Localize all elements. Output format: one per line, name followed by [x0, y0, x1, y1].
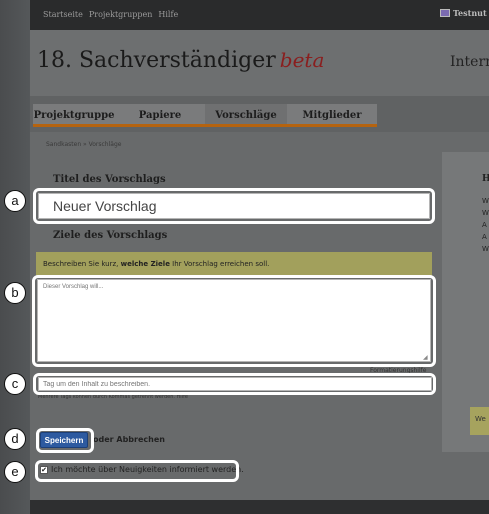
site-header: 18. Sachverständigerbeta Intern [30, 30, 489, 96]
tab-projektgruppe[interactable]: Projektgruppe [33, 104, 115, 126]
sidebar-heading: H [482, 174, 489, 184]
callout-badge-a: a [4, 190, 26, 212]
sidebar-item: A [482, 221, 487, 229]
callout-badge-c: c [4, 373, 26, 395]
sidebar-item: W [482, 245, 489, 253]
user-flag-icon [440, 9, 450, 17]
breadcrumb: Sandkasten » Vorschläge [46, 141, 122, 148]
callout-ring-d [36, 428, 94, 453]
top-navigation: Startseite Projektgruppen Hilfe [43, 10, 178, 19]
tab-vorschlaege[interactable]: Vorschläge [205, 104, 287, 126]
site-title[interactable]: 18. Sachverständiger beta [37, 48, 324, 73]
title-label: Titel des Vorschlags [53, 174, 166, 185]
cancel-group: oder Abbrechen [93, 435, 165, 444]
tab-mitglieder[interactable]: Mitglieder [287, 104, 377, 126]
callout-ring-c [33, 373, 436, 395]
cancel-link[interactable]: Abbrechen [116, 435, 165, 444]
callout-badge-b: b [4, 282, 26, 304]
sidebar-item: A [482, 233, 487, 241]
user-menu[interactable]: Testnut [440, 8, 487, 18]
footer [30, 500, 489, 514]
callout-ring-e [35, 460, 239, 482]
sidebar-note: We [470, 407, 489, 435]
sidebar-item: W [482, 197, 489, 205]
user-name: Testnut [453, 8, 487, 18]
callout-ring-b [32, 275, 436, 367]
tab-underline [33, 124, 377, 127]
sidebar-item: W [482, 209, 489, 217]
callout-ring-a [33, 188, 435, 224]
beta-label: beta [279, 48, 325, 72]
nav-projektgruppen[interactable]: Projektgruppen [89, 10, 153, 19]
tab-papiere[interactable]: Papiere [115, 104, 205, 126]
callout-badge-e: e [4, 461, 26, 483]
callout-badge-d: d [4, 428, 26, 450]
or-text: oder [93, 435, 114, 444]
nav-startseite[interactable]: Startseite [43, 10, 83, 19]
site-tagline: Intern [450, 54, 489, 70]
sidebar-list: W W A A W [482, 197, 489, 257]
nav-hilfe[interactable]: Hilfe [158, 10, 178, 19]
goals-label: Ziele des Vorschlags [53, 230, 168, 241]
